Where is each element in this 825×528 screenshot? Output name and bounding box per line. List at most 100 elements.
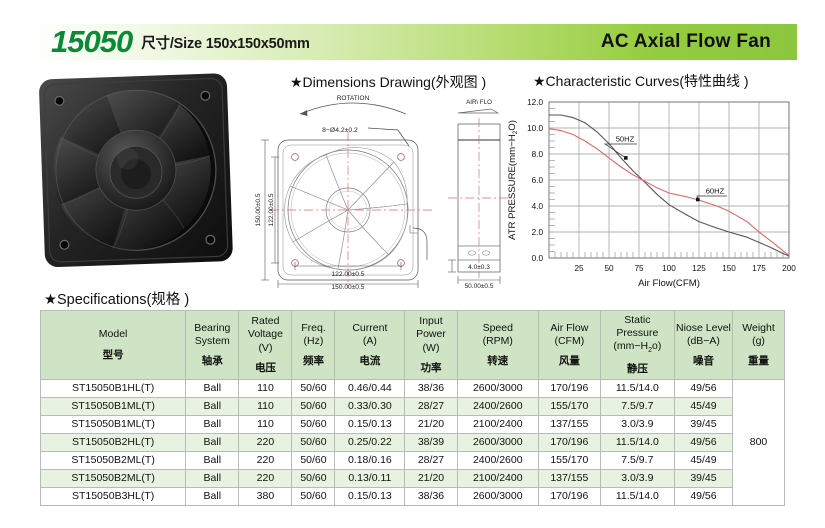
cell-freq: 50/60: [291, 469, 336, 489]
table-row: ST15050B2ML(T) Ball 220 50/60 0.18/0.16 28/27…: [39, 451, 785, 471]
table-row: ST15050B1ML(T) Ball 110 50/60 0.15/0.13 21/20…: [39, 415, 785, 435]
cell-bearing: Ball: [185, 397, 240, 417]
cell-pressure: 3.0/3.9: [599, 469, 675, 489]
header-size-text: 尺寸/Size 150x150x50mm: [141, 35, 310, 52]
col-header-en: Input Power: [416, 315, 446, 341]
dim-width-outer: 150.00±0.5: [332, 284, 365, 290]
chart-xtick-label: 75: [634, 264, 644, 273]
hole-spec-label: 8−Ø4.2±0.2: [322, 127, 358, 134]
specifications-table-wrapper: Model 型号 Bearing System 轴承 Rated Voltage (V) 电…: [39, 309, 785, 507]
dim-height-outer: 150.00±0.5: [255, 193, 262, 226]
table-row: ST15050B2HL(T) Ball 220 50/60 0.25/0.22 38/39…: [39, 433, 785, 453]
chart-xtick-label: 175: [752, 264, 766, 273]
chart-xaxis-label: Air Flow(CFM): [638, 278, 700, 289]
col-header-cn: 功率: [420, 361, 442, 374]
col-header-en: Model: [98, 328, 128, 341]
cell-bearing: Ball: [185, 379, 240, 399]
cell-pressure: 7.5/9.7: [599, 451, 675, 471]
col-header-cn: 静压: [626, 363, 648, 376]
cell-voltage: 110: [238, 397, 293, 417]
cell-current: 0.18/0.16: [334, 451, 406, 471]
cell-voltage: 110: [238, 379, 293, 399]
cell-power: 21/20: [404, 469, 458, 489]
chart-ytick-label: 2.0: [532, 228, 544, 237]
cell-noise: 49/56: [673, 487, 734, 507]
cell-noise: 49/56: [673, 433, 734, 453]
col-header-current: Current (A) 电流: [334, 309, 406, 381]
cell-model: ST15050B1ML(T): [39, 415, 187, 435]
col-header-unit: (W): [422, 341, 440, 354]
cell-bearing: Ball: [185, 415, 240, 435]
chart-ytick-label: 4.0: [532, 202, 544, 211]
table-header-row: Model 型号 Bearing System 轴承 Rated Voltage (V) 电…: [39, 309, 785, 381]
cell-model: ST15050B2HL(T): [39, 433, 187, 453]
col-header-en: Rated Voltage: [247, 315, 283, 341]
dimensions-heading: ★Dimensions Drawing(外观图 ): [290, 74, 487, 90]
chart-xtick-label: 100: [662, 264, 676, 273]
col-header-en: Weight: [742, 321, 775, 334]
chart-annotation-leader: [696, 195, 727, 200]
cell-freq: 50/60: [291, 379, 336, 399]
col-header-niose-level: Niose Level (dB−A) 噪音: [673, 309, 734, 381]
col-header-unit: (Hz): [303, 335, 324, 348]
cell-current: 0.46/0.44: [334, 379, 406, 399]
col-header-weight: Weight (g) 重量: [732, 309, 785, 381]
cell-current: 0.25/0.22: [334, 433, 406, 453]
model-number: 15050: [51, 24, 133, 59]
cell-current: 0.15/0.13: [334, 415, 406, 435]
col-header-en: Bearing System: [194, 321, 231, 348]
cell-model: ST15050B2ML(T): [39, 451, 187, 471]
cell-freq: 50/60: [291, 397, 336, 417]
cell-power: 38/36: [404, 487, 458, 507]
chart-ytick-label: 6.0: [532, 176, 544, 185]
table-row: ST15050B3HL(T) Ball 380 50/60 0.15/0.13 38/36…: [39, 487, 785, 507]
cell-voltage: 380: [238, 487, 293, 507]
chart-xtick-label: 200: [782, 264, 796, 273]
col-header-speed: Speed (RPM) 转速: [456, 309, 539, 381]
cell-voltage: 110: [238, 415, 293, 435]
col-header-cn: 噪音: [692, 355, 714, 368]
col-header-en: Current: [352, 321, 388, 334]
chart-xtick-label: 150: [722, 264, 736, 273]
cell-noise: 49/56: [673, 379, 734, 399]
col-header-unit: (CFM): [554, 335, 585, 348]
col-header-en: Speed: [482, 321, 513, 334]
cell-speed: 2400/2600: [456, 451, 539, 471]
cell-weight: 800: [732, 379, 785, 507]
cell-model: ST15050B2ML(T): [39, 469, 187, 489]
chart-xtick-label: 125: [692, 264, 706, 273]
cell-noise: 45/49: [673, 451, 734, 471]
col-header-freq: Freq. (Hz) 频率: [291, 309, 336, 381]
cell-voltage: 220: [238, 469, 293, 489]
dim-depth: 50.00±0.5: [465, 283, 494, 290]
cell-speed: 2600/3000: [456, 433, 539, 453]
col-header-en: Air Flow: [550, 321, 589, 334]
col-header-en: Static Pressure: [616, 314, 659, 340]
header-banner: 15050 尺寸/Size 150x150x50mm AC Axial Flow…: [27, 24, 797, 60]
chart-ytick-label: 12.0: [527, 98, 543, 107]
characteristic-curves-chart: 0.0 2.0 4.0 6.0 8.0 10.0 12.0 25 50 75 100 125 150 17…: [507, 98, 796, 289]
cell-current: 0.13/0.11: [334, 469, 406, 489]
cell-power: 28/27: [404, 397, 458, 417]
cell-freq: 50/60: [291, 433, 336, 453]
col-header-cn: 重量: [748, 355, 770, 368]
col-header-bearing-system: Bearing System 轴承: [185, 309, 240, 381]
dim-frame-thickness: 4.0±0.3: [468, 264, 490, 271]
cell-power: 21/20: [404, 415, 458, 435]
specifications-heading: ★Specifications(规格 ): [44, 292, 190, 308]
cell-noise: 39/45: [673, 415, 734, 435]
fan-product-photo: [39, 73, 233, 268]
cell-bearing: Ball: [185, 487, 240, 507]
cell-pressure: 3.0/3.9: [599, 415, 675, 435]
col-header-cn: 频率: [302, 355, 324, 368]
cell-bearing: Ball: [185, 433, 240, 453]
dim-height-inner: 122.00±0.5: [268, 193, 275, 226]
curves-heading: ★Characteristic Curves(特性曲线 ): [533, 73, 749, 89]
cell-bearing: Ball: [185, 469, 240, 489]
cell-speed: 2600/3000: [456, 487, 539, 507]
cell-voltage: 220: [238, 433, 293, 453]
cell-model: ST15050B3HL(T): [39, 487, 187, 507]
chart-yaxis-label: ATR PRESSURE(mm−H2O): [507, 120, 519, 240]
col-header-cn: 风量: [558, 355, 580, 368]
col-header-unit: (dB−A): [686, 335, 720, 348]
